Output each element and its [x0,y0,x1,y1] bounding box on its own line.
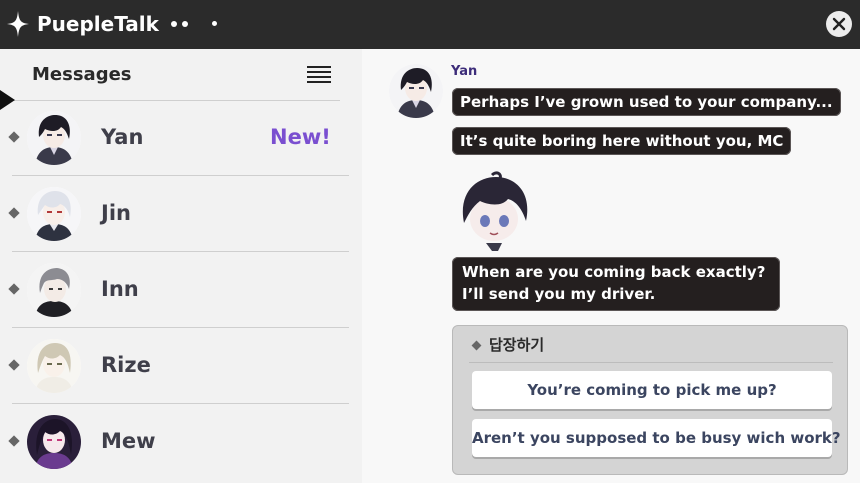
close-icon [832,17,846,31]
sparkle-star-icon [7,11,29,37]
app-title: PuepleTalk [37,12,159,36]
bullet-icon [8,435,20,447]
chibi-yan-sticker [462,171,528,251]
reply-option-label: You’re coming to pick me up? [527,381,777,399]
message-text: It’s quite boring here without you, MC [460,132,784,150]
avatar-jin [27,187,81,241]
close-button[interactable] [826,11,852,37]
message-text-line-2: I’ll send you my driver. [462,285,656,303]
avatar-rize [27,339,81,393]
bullet-icon [8,207,20,219]
message-text: Perhaps I’ve grown used to your company.… [460,93,833,111]
title-dot-3 [212,21,217,26]
contact-name: Jin [101,201,131,225]
avatar-mew [27,415,81,469]
title-dot-2 [182,21,188,27]
message-bubble: It’s quite boring here without you, MC [452,127,792,155]
contact-name: Inn [101,277,139,301]
contact-inn[interactable]: Inn [0,251,362,327]
sender-avatar [389,64,443,118]
bullet-icon [8,131,20,143]
contact-jin[interactable]: Jin [0,175,362,251]
reply-option-button[interactable]: Aren’t you supposed to be busy wich work… [472,419,841,457]
reply-option-button[interactable]: You’re coming to pick me up? [472,371,832,409]
contact-name: Rize [101,353,151,377]
message-text-line-1: When are you coming back exactly? [462,263,766,281]
chat-panel: Yan Perhaps I’ve grown used to your comp… [362,49,860,483]
avatar-inn [27,263,81,317]
reply-option-label: Aren’t you supposed to be busy wich work… [472,429,841,447]
message-bubble: When are you coming back exactly? I’ll s… [452,257,780,311]
bullet-icon [8,283,20,295]
reply-divider [469,362,833,363]
avatar-yan [27,111,81,165]
bullet-icon [471,340,482,351]
hamburger-menu-icon[interactable] [307,66,331,84]
contact-name: Mew [101,429,156,453]
reply-header: 답장하기 [489,336,545,354]
sender-name: Yan [451,64,478,79]
contact-mew[interactable]: Mew [0,403,362,479]
bullet-icon [8,359,20,371]
reply-panel: 답장하기 You’re coming to pick me up? Aren’t… [452,325,848,475]
contact-rize[interactable]: Rize [0,327,362,403]
new-badge: New! [270,125,331,149]
contacts-sidebar: Messages Yan New! Jin Inn Rize Mew [0,49,362,483]
contact-name: Yan [101,125,144,149]
title-dot-1 [171,21,177,27]
title-bar: PuepleTalk [0,0,860,49]
contact-yan[interactable]: Yan New! [0,99,362,175]
message-bubble: Perhaps I’ve grown used to your company.… [452,88,841,116]
sidebar-title: Messages [32,64,132,85]
